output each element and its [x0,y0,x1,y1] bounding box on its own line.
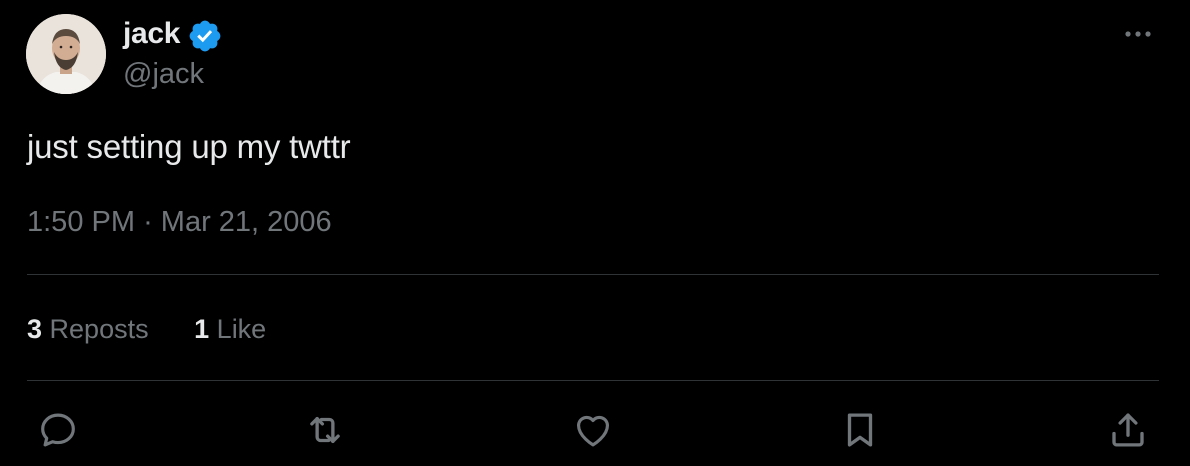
author-handle[interactable]: @jack [123,56,204,92]
reposts-count: 3 [27,314,43,344]
engagement-stats: 3 Reposts 1 Like [27,310,266,348]
reposts-label: Reposts [49,314,149,344]
tweet-text: just setting up my twttr [27,128,351,165]
repost-icon[interactable] [303,408,347,452]
timestamp-separator: · [143,206,153,238]
tweet-timestamp[interactable]: 1:50 PM · Mar 21, 2006 [27,203,332,241]
heart-icon[interactable] [571,408,615,452]
verified-badge-icon[interactable] [187,18,223,54]
more-horizontal-icon[interactable] [1118,20,1158,48]
tweet-date: Mar 21, 2006 [160,206,332,238]
tweet-time: 1:50 PM [27,206,135,238]
author-name[interactable]: jack [123,16,181,52]
likes-label: Like [216,314,267,344]
tweet-card[interactable]: jack @jack just setting up my twttr 1:50… [0,0,1190,466]
avatar[interactable] [26,14,106,94]
avatar-image [26,14,106,94]
likes-stat[interactable]: 1 Like [194,310,266,348]
divider [27,380,1159,381]
likes-count: 1 [194,314,210,344]
reply-icon[interactable] [36,408,80,452]
reposts-stat[interactable]: 3 Reposts [27,310,149,348]
share-icon[interactable] [1106,408,1150,452]
bookmark-icon[interactable] [838,408,882,452]
divider [27,274,1159,275]
